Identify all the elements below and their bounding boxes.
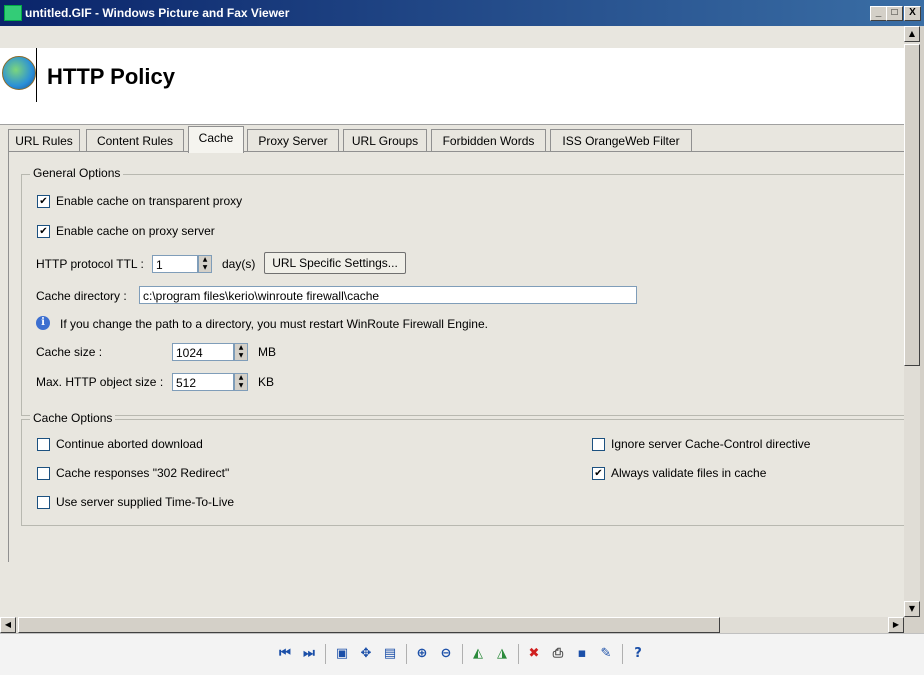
app-icon	[4, 5, 22, 21]
ttl-label: HTTP protocol TTL :	[36, 257, 144, 271]
cache-size-label: Cache size :	[36, 345, 103, 359]
tab-cache[interactable]: Cache	[188, 126, 244, 153]
best-fit-icon[interactable]: ▣	[334, 646, 350, 662]
cache-302-checkbox[interactable]	[37, 467, 50, 480]
toolbar-separator	[462, 644, 463, 664]
actual-size-icon[interactable]: ✥	[358, 646, 374, 662]
max-object-size-label: Max. HTTP object size :	[36, 375, 164, 389]
enable-transparent-checkbox[interactable]: ✔	[37, 195, 50, 208]
ttl-unit: day(s)	[222, 257, 256, 271]
toolbar-separator	[325, 644, 326, 664]
ignore-cache-control-label: Ignore server Cache-Control directive	[611, 437, 811, 451]
tab-url-rules[interactable]: URL Rules	[8, 129, 80, 152]
minimize-button[interactable]: _	[870, 6, 887, 21]
toolbar-separator	[518, 644, 519, 664]
title-bar: untitled.GIF - Windows Picture and Fax V…	[0, 0, 924, 26]
general-options-legend: General Options	[30, 166, 124, 180]
info-icon: i	[36, 316, 50, 330]
cache-directory-input[interactable]: c:\program files\kerio\winroute firewall…	[139, 286, 637, 304]
cache-size-input[interactable]: 1024	[172, 343, 234, 361]
tab-forbidden-words[interactable]: Forbidden Words	[431, 129, 546, 152]
edit-icon[interactable]: ✎	[598, 646, 614, 662]
restart-info-text: If you change the path to a directory, y…	[60, 317, 488, 331]
window-title: untitled.GIF - Windows Picture and Fax V…	[25, 6, 290, 20]
cache-options-legend: Cache Options	[30, 411, 116, 425]
rotate-clockwise-icon[interactable]: ◭	[470, 646, 486, 662]
always-validate-checkbox[interactable]: ✔	[592, 467, 605, 480]
max-object-size-input[interactable]: 512	[172, 373, 234, 391]
save-icon[interactable]: ▪	[574, 646, 590, 662]
zoom-out-icon[interactable]: ⊖	[438, 646, 454, 662]
image-viewport: HTTP Policy URL Rules Content Rules Cach…	[0, 26, 904, 617]
horizontal-scrollbar[interactable]: ◀ ▶	[0, 617, 904, 633]
ignore-cache-control-checkbox[interactable]	[592, 438, 605, 451]
enable-transparent-label: Enable cache on transparent proxy	[56, 194, 243, 208]
toolbar-separator	[622, 644, 623, 664]
ttl-spinner[interactable]: ▲ ▼	[198, 255, 212, 273]
ttl-input[interactable]: 1	[152, 255, 198, 273]
close-button[interactable]: X	[904, 6, 921, 21]
max-object-size-unit: KB	[258, 375, 275, 389]
header-divider	[36, 48, 37, 102]
use-server-ttl-checkbox[interactable]	[37, 496, 50, 509]
viewer-toolbar: ⏮ ⏭ ▣ ✥ ▤ ⊕ ⊖ ◭ ◮ ✖ ⎙ ▪ ✎ ?	[0, 633, 924, 675]
slideshow-icon[interactable]: ▤	[382, 646, 398, 662]
page-header: HTTP Policy	[0, 48, 904, 125]
horizontal-scroll-thumb[interactable]	[18, 617, 720, 633]
scrollbar-corner	[904, 617, 924, 633]
cache-options-group: Cache Options Continue aborted download …	[21, 411, 904, 526]
url-specific-settings-button[interactable]: URL Specific Settings...	[264, 252, 406, 274]
scroll-up-icon[interactable]: ▲	[904, 26, 920, 42]
tab-content-rules[interactable]: Content Rules	[86, 129, 184, 152]
print-icon[interactable]: ⎙	[550, 646, 566, 662]
always-validate-label: Always validate files in cache	[611, 466, 767, 480]
rotate-counterclockwise-icon[interactable]: ◮	[494, 646, 510, 662]
cache-directory-label: Cache directory :	[36, 289, 127, 303]
enable-proxy-label: Enable cache on proxy server	[56, 224, 215, 238]
use-server-ttl-label: Use server supplied Time-To-Live	[56, 495, 235, 509]
maximize-button[interactable]: □	[886, 6, 903, 21]
tab-iss-orangeweb-filter[interactable]: ISS OrangeWeb Filter	[550, 129, 692, 152]
page-title: HTTP Policy	[47, 64, 175, 89]
max-object-size-spinner[interactable]: ▲ ▼	[234, 373, 248, 391]
previous-image-icon[interactable]: ⏮	[277, 646, 293, 662]
help-icon[interactable]: ?	[630, 646, 646, 662]
cache-size-unit: MB	[258, 345, 276, 359]
toolbar-separator	[406, 644, 407, 664]
scroll-left-icon[interactable]: ◀	[0, 617, 16, 633]
tab-url-groups[interactable]: URL Groups	[343, 129, 427, 152]
next-image-icon[interactable]: ⏭	[301, 646, 317, 662]
cache-302-label: Cache responses "302 Redirect"	[56, 466, 230, 480]
cache-tab-panel: General Options ✔ Enable cache on transp…	[8, 151, 904, 562]
vertical-scroll-thumb[interactable]	[904, 44, 920, 366]
scroll-down-icon[interactable]: ▼	[904, 601, 920, 617]
continue-aborted-checkbox[interactable]	[37, 438, 50, 451]
globe-icon	[2, 56, 36, 90]
general-options-group: General Options ✔ Enable cache on transp…	[21, 166, 904, 416]
enable-proxy-checkbox[interactable]: ✔	[37, 225, 50, 238]
continue-aborted-label: Continue aborted download	[56, 437, 203, 451]
cache-size-spinner[interactable]: ▲ ▼	[234, 343, 248, 361]
delete-icon[interactable]: ✖	[526, 646, 542, 662]
vertical-scrollbar[interactable]: ▲ ▼	[904, 26, 920, 617]
scroll-right-icon[interactable]: ▶	[888, 617, 904, 633]
zoom-in-icon[interactable]: ⊕	[414, 646, 430, 662]
tab-proxy-server[interactable]: Proxy Server	[247, 129, 339, 152]
